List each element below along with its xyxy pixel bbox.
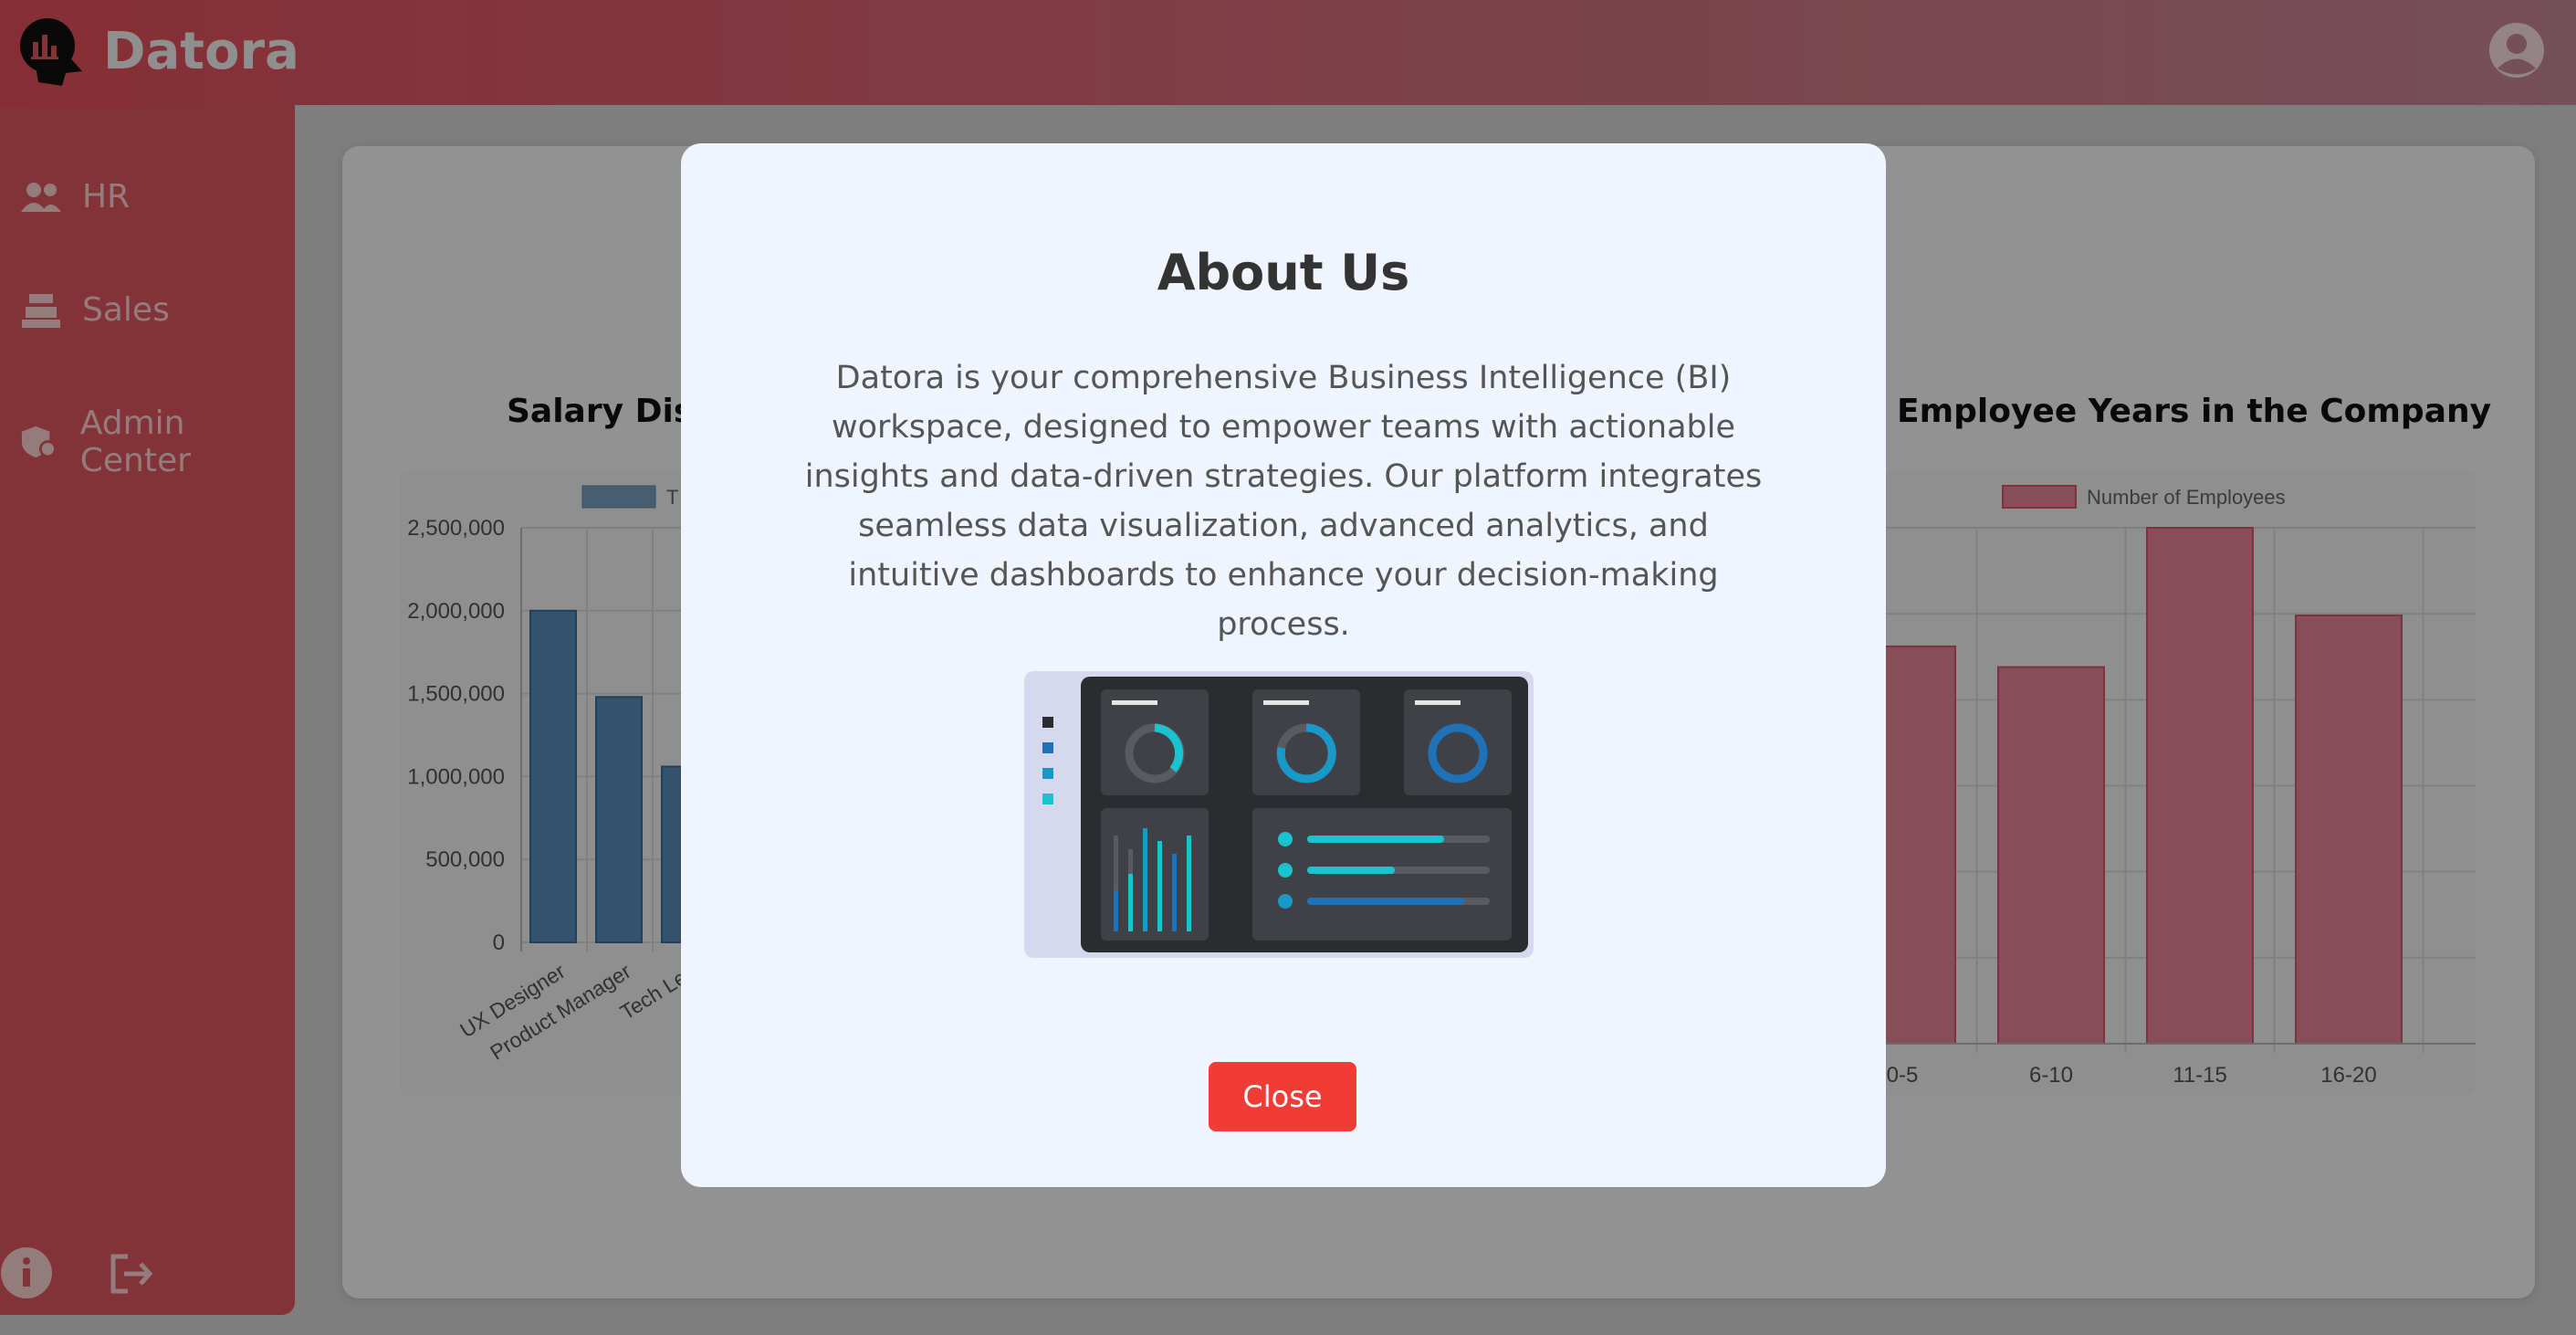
- dashboard-illustration-icon: [1024, 671, 1534, 958]
- about-modal: About Us Datora is your comprehensive Bu…: [681, 143, 1886, 1187]
- close-button[interactable]: Close: [1209, 1062, 1356, 1131]
- modal-title: About Us: [1157, 244, 1410, 301]
- modal-description: Datora is your comprehensive Business In…: [804, 360, 1763, 643]
